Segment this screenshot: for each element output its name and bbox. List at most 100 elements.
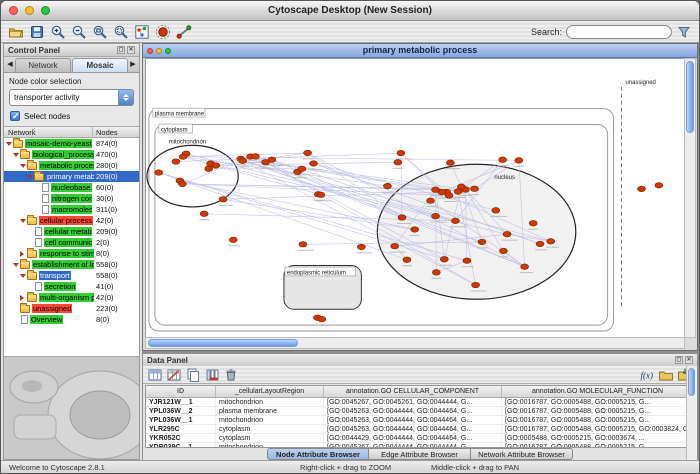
tree-item[interactable]: cellular metabo...209(0) [4,226,139,237]
tab-scroll-right-icon[interactable]: ▶ [129,58,137,72]
float-panel-icon[interactable]: ◻ [675,356,683,364]
formula-icon[interactable]: f(x) [639,367,655,383]
tree-item[interactable]: biological_process470(0) [4,149,139,160]
search-input[interactable] [566,25,672,39]
scrollbar-thumb[interactable] [148,339,298,347]
overview-thumbnail-canvas [4,357,139,459]
tree-item[interactable]: unassigned223(0) [4,303,139,314]
table-cell: [GO:0016787, GO:0005488, GO:0005215, GO:… [502,425,694,433]
tree-item[interactable]: mosaic-demo-yeast874(0) [4,138,139,149]
table-vertical-scrollbar[interactable] [686,366,697,461]
tree-item[interactable]: primary metabo...209(0) [4,171,139,182]
tree-item[interactable]: Overview8(0) [4,314,139,325]
table-row[interactable]: YPL036W__1mitochondrion[GO:0045263, GO:0… [146,416,694,425]
tab-network[interactable]: Network [15,58,71,72]
table-cell: mitochondrion [216,398,324,406]
scrollbar-thumb[interactable] [688,368,695,396]
tab-node-attribute-browser[interactable]: Node Attribute Browser [267,448,369,460]
column-header[interactable]: annotation.GO MOLECULAR_FUNCTION [502,386,694,397]
network-view-titlebar[interactable]: primary metabolic process [143,44,697,58]
expand-right-icon[interactable] [20,295,27,301]
attribute-browser-tabs: Node Attribute BrowserEdge Attribute Bro… [143,448,697,460]
save-icon[interactable] [28,23,46,41]
tree-item-count: 42(0) [96,216,114,225]
close-panel-icon[interactable]: ✕ [127,46,135,54]
select-nodes-checkbox[interactable] [10,111,20,121]
zoom-out-icon[interactable] [70,23,88,41]
tree-item-label: cellular process [39,216,93,225]
zoom-in-icon[interactable] [49,23,67,41]
network-vertical-scrollbar[interactable] [684,58,696,338]
table-row[interactable]: YLR295Ccytoplasm[GO:0045263, GO:0044444,… [146,425,694,434]
leaf-icon [35,227,42,236]
zoom-fit-icon[interactable] [91,23,109,41]
tab-scroll-left-icon[interactable]: ◀ [6,58,14,72]
window-minimize-button[interactable] [25,6,34,15]
tree-item[interactable]: nucleobase...60(0) [4,182,139,193]
node-color-select[interactable]: transporter activity [9,89,134,106]
tree-item[interactable]: response to stimu...8(0) [4,248,139,259]
folder-icon [20,305,30,313]
tab-network-attribute-browser[interactable]: Network Attribute Browser [471,448,573,460]
clear-all-icon[interactable] [223,367,239,383]
column-header[interactable]: annotation.GO CELLULAR_COMPONENT [324,386,502,397]
network-overview-icon[interactable] [133,23,151,41]
tree-item[interactable]: transport558(0) [4,270,139,281]
tree-item[interactable]: metabolic process280(0) [4,160,139,171]
tree-item[interactable]: multi-organism pro...42(0) [4,292,139,303]
new-attribute-icon[interactable] [185,367,201,383]
float-panel-icon[interactable]: ◻ [117,46,125,54]
frame-maximize-icon[interactable] [165,48,171,54]
column-header[interactable]: _cellularLayoutRegion [216,386,324,397]
table-row[interactable]: YKR052Ccytoplasm[GO:0044429, GO:0044444,… [146,434,694,443]
network-canvas[interactable]: plasma membranecytoplasmmitochondrionnuc… [146,59,684,337]
expand-down-icon[interactable] [13,263,20,267]
expand-down-icon[interactable] [20,219,27,223]
svg-text:endoplasmic reticulum: endoplasmic reticulum [287,270,346,276]
tree-item-label: primary metabo... [46,172,94,181]
expand-down-icon[interactable] [20,274,27,278]
frame-minimize-icon[interactable] [156,48,162,54]
network-horizontal-scrollbar[interactable] [145,337,685,349]
node-selection-icon[interactable] [154,23,172,41]
tree-item[interactable]: secretion41(0) [4,281,139,292]
tab-edge-attribute-browser[interactable]: Edge Attribute Browser [369,448,471,460]
column-header[interactable]: ID [146,386,216,397]
import-table-icon[interactable] [658,367,674,383]
folder-icon [27,272,37,280]
expand-down-icon[interactable] [6,142,13,146]
svg-text:nucleus: nucleus [494,175,514,181]
tree-item[interactable]: nitrogen compo...30(0) [4,193,139,204]
scrollbar-thumb[interactable] [686,61,694,133]
table-cell: YKR052C [146,434,216,442]
network-overview-thumbnail[interactable] [4,356,139,459]
expand-down-icon[interactable] [27,175,34,179]
window-zoom-button[interactable] [41,6,50,15]
expand-right-icon[interactable] [20,251,27,257]
edge-selection-icon[interactable] [175,23,193,41]
expand-down-icon[interactable] [13,153,20,157]
table-row[interactable]: YPL036W__2plasma membrane[GO:0045263, GO… [146,407,694,416]
status-zoom-hint: Right-click + drag to ZOOM [300,463,391,472]
tree-header-nodes[interactable]: Nodes [93,127,139,137]
expand-down-icon[interactable] [20,164,27,168]
window-close-button[interactable] [9,6,18,15]
tree-item[interactable]: macromolecule...311(0) [4,204,139,215]
table-row[interactable]: YJR121W__1mitochondrion[GO:0045267, GO:0… [146,398,694,407]
svg-text:f(x): f(x) [641,370,654,380]
close-panel-icon[interactable]: ✕ [685,356,693,364]
unselect-attributes-icon[interactable] [166,367,182,383]
filter-icon[interactable] [675,23,693,41]
tree-header-network[interactable]: Network [4,127,93,137]
open-icon[interactable] [7,23,25,41]
tree-item[interactable]: establishment of lo...558(0) [4,259,139,270]
tree-item[interactable]: cellular process42(0) [4,215,139,226]
tab-mosaic[interactable]: Mosaic [72,58,128,72]
svg-text:mitochondrion: mitochondrion [169,139,206,145]
frame-close-icon[interactable] [147,48,153,54]
network-canvas-container: plasma membranecytoplasmmitochondrionnuc… [145,58,685,338]
select-attributes-icon[interactable] [147,367,163,383]
tree-item[interactable]: cell communica...2(0) [4,237,139,248]
delete-attribute-icon[interactable] [204,367,220,383]
zoom-selected-icon[interactable] [112,23,130,41]
